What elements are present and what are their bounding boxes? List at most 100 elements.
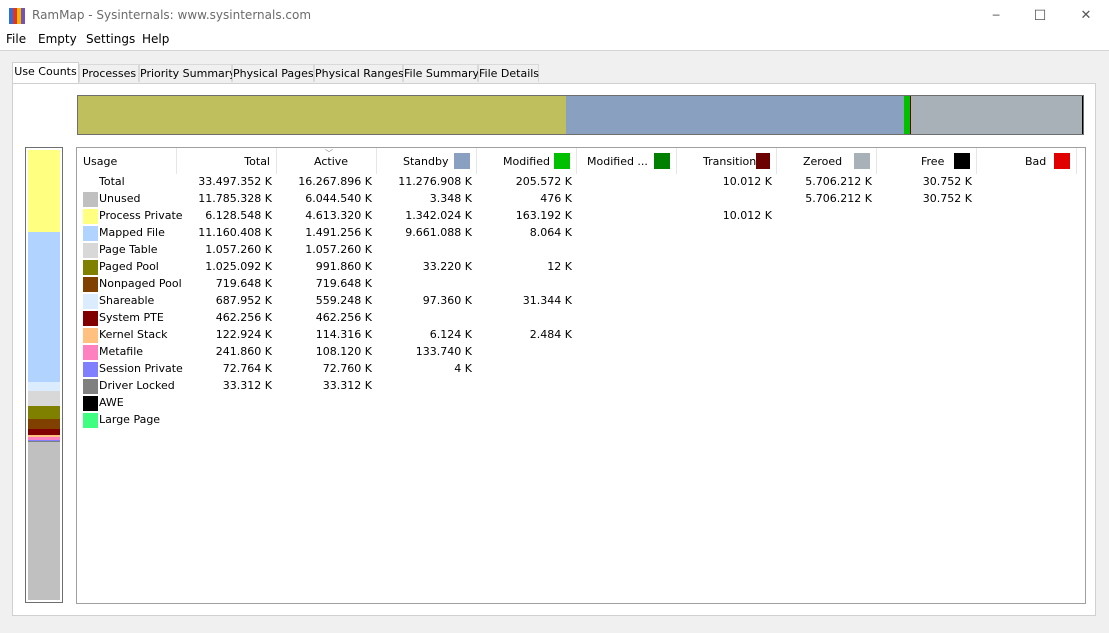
value-cell: 3.348 K xyxy=(429,192,472,205)
table-row[interactable]: System PTE 462.256 K 462.256 K xyxy=(77,310,1085,327)
title-bar: RamMap - Sysinternals: www.sysinternals.… xyxy=(0,0,1109,31)
usage-name: Mapped File xyxy=(99,226,165,239)
usage-name: Process Private xyxy=(99,209,183,222)
state-segment xyxy=(1081,96,1083,134)
usage-name: Metafile xyxy=(99,345,144,358)
usage-segment xyxy=(28,405,60,420)
table-row[interactable]: Total 33.497.352 K 16.267.896 K 11.276.908 … xyxy=(77,174,1085,191)
value-cell: 5.706.212 K xyxy=(805,192,872,205)
table-row[interactable]: Metafile 241.860 K 108.120 K 133.740 K xyxy=(77,344,1085,361)
value-cell: 33.497.352 K xyxy=(198,175,272,188)
menu-settings[interactable]: Settings xyxy=(86,32,135,46)
table-row[interactable]: Session Private 72.764 K 72.760 K 4 K xyxy=(77,361,1085,378)
usage-name: Driver Locked xyxy=(99,379,175,392)
value-cell: 1.025.092 K xyxy=(205,260,272,273)
state-segment xyxy=(910,96,1082,134)
value-cell: 476 K xyxy=(540,192,572,205)
value-cell: 559.248 K xyxy=(315,294,372,307)
tab-priority-summary[interactable]: Priority Summary xyxy=(139,64,236,82)
usage-name: Paged Pool xyxy=(99,260,159,273)
close-button[interactable]: ✕ xyxy=(1063,0,1109,31)
column-color-swatch xyxy=(454,153,470,169)
usage-color-swatch xyxy=(83,192,98,207)
value-cell: 6.128.548 K xyxy=(205,209,272,222)
value-cell: 10.012 K xyxy=(722,209,772,222)
value-cell: 97.360 K xyxy=(422,294,472,307)
table-row[interactable]: AWE xyxy=(77,395,1085,412)
value-cell: 33.312 K xyxy=(322,379,372,392)
table-row[interactable]: Page Table 1.057.260 K 1.057.260 K xyxy=(77,242,1085,259)
close-icon: ✕ xyxy=(1080,8,1092,23)
usage-segment xyxy=(28,232,60,383)
usage-name: Large Page xyxy=(99,413,161,426)
usage-color-swatch xyxy=(83,345,98,360)
table-row[interactable]: Process Private 6.128.548 K 4.613.320 K 1.3… xyxy=(77,208,1085,225)
value-cell: 991.860 K xyxy=(315,260,372,273)
icon-stripe xyxy=(21,8,25,24)
usage-segment xyxy=(28,150,60,233)
maximize-button[interactable]: ☐ xyxy=(1017,0,1063,31)
usage-color-swatch xyxy=(83,396,98,411)
column-header[interactable]: Transition xyxy=(677,148,777,174)
table-row[interactable]: Shareable 687.952 K 559.248 K 97.360 K 31.34… xyxy=(77,293,1085,310)
value-cell: 10.012 K xyxy=(722,175,772,188)
value-cell: 33.220 K xyxy=(422,260,472,273)
column-header[interactable]: Free xyxy=(877,148,977,174)
column-header[interactable]: Total xyxy=(177,148,277,174)
usage-name: Session Private xyxy=(99,362,183,375)
column-header[interactable]: Zeroed xyxy=(777,148,877,174)
use-counts-table: Usage Total Active Standby Modified Modified … xyxy=(76,147,1086,604)
column-header-label: Active xyxy=(314,154,349,168)
table-row[interactable]: Mapped File 11.160.408 K 1.491.256 K 9.661.… xyxy=(77,225,1085,242)
table-row[interactable]: Unused 11.785.328 K 6.044.540 K 3.348 K 476 … xyxy=(77,191,1085,208)
usage-name: Kernel Stack xyxy=(99,328,168,341)
value-cell: 114.316 K xyxy=(315,328,372,341)
tab-file-summary[interactable]: File Summary xyxy=(403,64,479,82)
table-row[interactable]: Nonpaged Pool 719.648 K 719.648 K xyxy=(77,276,1085,293)
usage-color-swatch xyxy=(83,379,98,394)
menu-bar: File Empty Settings Help xyxy=(0,31,1109,50)
column-header[interactable]: Usage xyxy=(77,148,177,174)
usage-name: Unused xyxy=(99,192,141,205)
column-header[interactable]: Modified ... xyxy=(577,148,677,174)
usage-segment xyxy=(28,419,60,430)
value-cell: 31.344 K xyxy=(522,294,572,307)
tab-physical-ranges[interactable]: Physical Ranges xyxy=(314,64,404,82)
table-row[interactable]: Driver Locked 33.312 K 33.312 K xyxy=(77,378,1085,395)
column-color-swatch xyxy=(756,153,770,169)
column-color-swatch xyxy=(1054,153,1070,169)
window-title: RamMap - Sysinternals: www.sysinternals.… xyxy=(32,8,312,22)
value-cell: 9.661.088 K xyxy=(405,226,472,239)
column-header[interactable]: Modified xyxy=(477,148,577,174)
value-cell: 12 K xyxy=(547,260,572,273)
tab-physical-pages[interactable]: Physical Pages xyxy=(232,64,314,82)
usage-color-swatch xyxy=(83,277,98,292)
menu-help[interactable]: Help xyxy=(142,32,169,46)
value-cell: 16.267.896 K xyxy=(298,175,372,188)
value-cell: 1.342.024 K xyxy=(405,209,472,222)
menu-empty[interactable]: Empty xyxy=(38,32,77,46)
column-header[interactable]: Bad xyxy=(977,148,1077,174)
usage-name: Shareable xyxy=(99,294,155,307)
table-row[interactable]: Large Page xyxy=(77,412,1085,429)
table-row[interactable]: Kernel Stack 122.924 K 114.316 K 6.124 K 2.4… xyxy=(77,327,1085,344)
value-cell: 462.256 K xyxy=(215,311,272,324)
usage-name: System PTE xyxy=(99,311,164,324)
column-header-label: Total xyxy=(244,154,270,168)
tab-processes[interactable]: Processes xyxy=(79,64,139,82)
tab-use-counts[interactable]: Use Counts xyxy=(12,62,79,83)
menu-divider xyxy=(0,50,1109,51)
tab-file-details[interactable]: File Details xyxy=(478,64,539,82)
value-cell: 4.613.320 K xyxy=(305,209,372,222)
table-row[interactable]: Paged Pool 1.025.092 K 991.860 K 33.220 K 12… xyxy=(77,259,1085,276)
minimize-button[interactable]: ─ xyxy=(973,0,1019,31)
value-cell: 1.057.260 K xyxy=(205,243,272,256)
usage-color-swatch xyxy=(83,294,98,309)
usage-segment xyxy=(28,382,60,392)
usage-segment xyxy=(28,391,60,406)
column-header-label: Zeroed xyxy=(803,154,843,168)
value-cell: 1.491.256 K xyxy=(305,226,372,239)
column-header[interactable]: Standby xyxy=(377,148,477,174)
menu-file[interactable]: File xyxy=(6,32,26,46)
usage-name: Nonpaged Pool xyxy=(99,277,182,290)
